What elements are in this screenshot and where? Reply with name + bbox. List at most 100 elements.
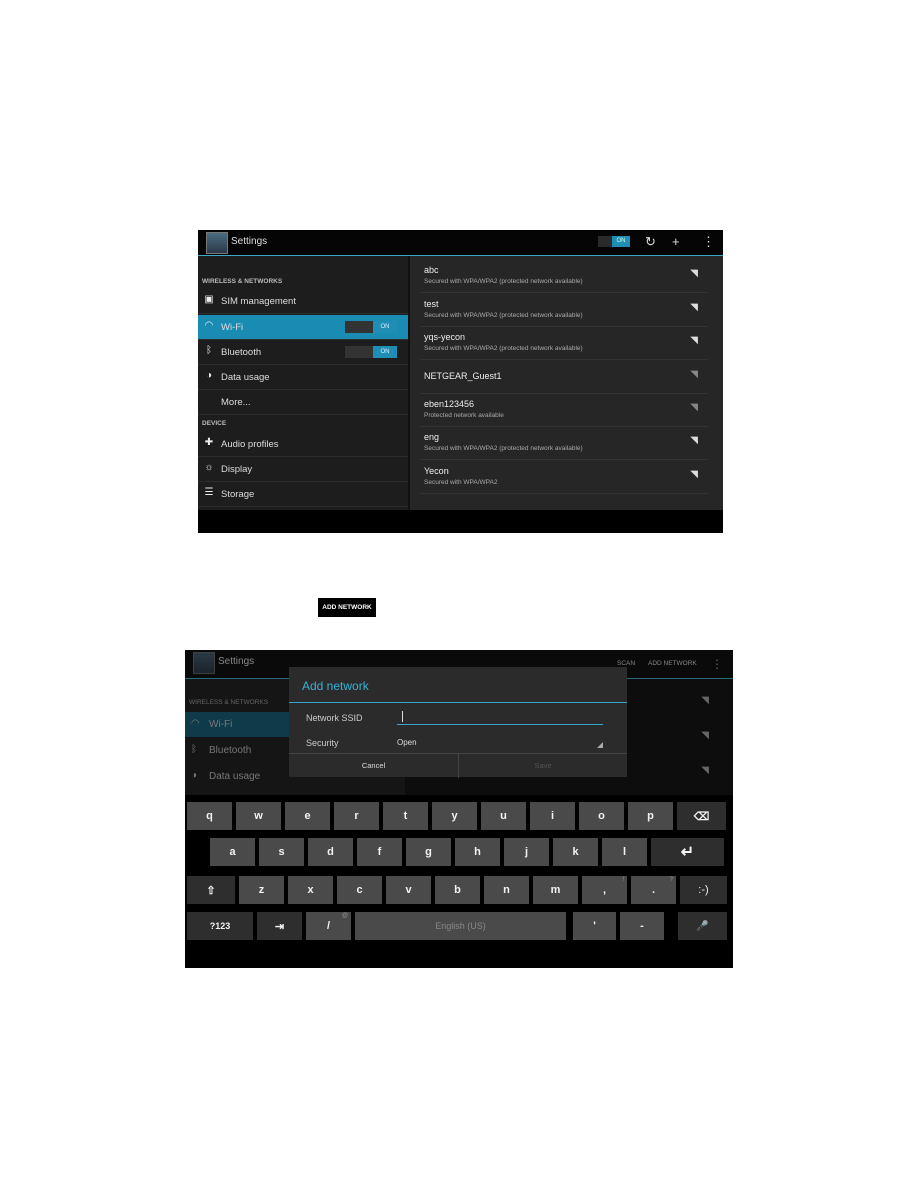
menu-item-display[interactable]: ☼ Display xyxy=(198,457,408,482)
key-b[interactable]: b xyxy=(435,876,480,904)
key-m[interactable]: m xyxy=(533,876,578,904)
key-w[interactable]: w xyxy=(236,802,281,830)
wifi-icon: ◠ xyxy=(204,320,214,331)
key-q[interactable]: q xyxy=(187,802,232,830)
key-d[interactable]: d xyxy=(308,838,353,866)
key-l[interactable]: l xyxy=(602,838,647,866)
key-o[interactable]: o xyxy=(579,802,624,830)
item-label: Wi-Fi xyxy=(221,322,244,333)
tab-key[interactable]: ⇥ xyxy=(257,912,302,940)
add-network-button-image: ADD NETWORK xyxy=(318,598,376,617)
space-key[interactable]: English (US) xyxy=(355,912,566,940)
key-apostrophe[interactable]: ' xyxy=(573,912,616,940)
app-title: Settings xyxy=(218,656,255,667)
item-label: More... xyxy=(221,397,251,408)
key-g[interactable]: g xyxy=(406,838,451,866)
title-divider xyxy=(289,702,627,703)
action-bar: Settings ON ↻ + ⋮ xyxy=(198,230,723,256)
wifi-lock-icon: ◥ xyxy=(690,335,698,346)
security-select[interactable]: Open xyxy=(397,738,603,750)
add-icon[interactable]: + xyxy=(672,234,680,249)
network-item[interactable]: Yecon Secured with WPA/WPA2 ◥ xyxy=(420,460,708,494)
key-i[interactable]: i xyxy=(530,802,575,830)
keyboard-row-2: a s d f g h j k l ↵ xyxy=(210,838,724,866)
menu-item-more[interactable]: More... xyxy=(198,390,408,415)
display-icon: ☼ xyxy=(204,462,214,473)
key-label: , xyxy=(602,884,607,896)
network-item[interactable]: eng Secured with WPA/WPA2 (protected netw… xyxy=(420,426,708,460)
smiley-key[interactable]: :-) xyxy=(680,876,727,904)
symbols-key[interactable]: ?123 xyxy=(187,912,253,940)
data-usage-icon: ◑ xyxy=(205,370,213,381)
key-f[interactable]: f xyxy=(357,838,402,866)
key-h[interactable]: h xyxy=(455,838,500,866)
key-period[interactable]: .? xyxy=(631,876,676,904)
ssid-input[interactable] xyxy=(397,711,603,725)
wifi-master-toggle[interactable]: ON xyxy=(598,236,630,247)
wifi-lock-icon: ◥ xyxy=(690,469,698,480)
shift-key[interactable]: ⇧ xyxy=(187,876,235,904)
app-title: Settings xyxy=(231,236,268,247)
key-slash[interactable]: / @ xyxy=(306,912,351,940)
scan-button[interactable]: SCAN xyxy=(617,660,635,667)
key-a[interactable]: a xyxy=(210,838,255,866)
item-label: Data usage xyxy=(209,771,261,782)
key-v[interactable]: v xyxy=(386,876,431,904)
cancel-button[interactable]: Cancel xyxy=(289,754,459,778)
key-e[interactable]: e xyxy=(285,802,330,830)
key-hyphen[interactable]: - xyxy=(620,912,664,940)
wifi-icon: ◥ xyxy=(690,369,698,380)
enter-key[interactable]: ↵ xyxy=(651,838,724,866)
menu-item-storage[interactable]: ☰ Storage xyxy=(198,482,408,507)
wps-icon[interactable]: ↻ xyxy=(645,234,656,250)
key-r[interactable]: r xyxy=(334,802,379,830)
menu-item-wifi[interactable]: ◠ Wi-Fi ON xyxy=(198,315,408,340)
menu-item-audio-profiles[interactable]: ✚ Audio profiles xyxy=(198,432,408,457)
wifi-toggle[interactable]: ON xyxy=(345,321,397,333)
key-s[interactable]: s xyxy=(259,838,304,866)
key-t[interactable]: t xyxy=(383,802,428,830)
wifi-lock-icon: ◥ xyxy=(701,695,709,706)
add-network-button[interactable]: ADD NETWORK xyxy=(648,660,697,667)
network-item[interactable]: yqs-yecon Secured with WPA/WPA2 (protecte… xyxy=(420,326,708,360)
backspace-key[interactable]: ⌫ xyxy=(677,802,726,830)
network-item[interactable]: eben123456 Protected network available ◥ xyxy=(420,393,708,427)
overflow-menu-icon[interactable]: ⋮ xyxy=(702,234,715,250)
sim-icon: ▣ xyxy=(204,294,214,305)
key-hint: ? xyxy=(669,877,673,883)
network-item[interactable]: NETGEAR_Guest1 ◥ xyxy=(420,360,708,394)
item-label: Audio profiles xyxy=(221,439,279,450)
item-label: Storage xyxy=(221,489,255,500)
menu-item-bluetooth[interactable]: ᛒ Bluetooth ON xyxy=(198,340,408,365)
network-item[interactable]: abc Secured with WPA/WPA2 (protected netw… xyxy=(420,259,708,293)
overflow-menu-icon[interactable]: ⋮ xyxy=(711,657,723,671)
key-z[interactable]: z xyxy=(239,876,284,904)
network-detail: Secured with WPA/WPA2 (protected network… xyxy=(424,445,583,452)
key-p[interactable]: p xyxy=(628,802,673,830)
save-button[interactable]: Save xyxy=(459,754,627,778)
key-y[interactable]: y xyxy=(432,802,477,830)
key-n[interactable]: n xyxy=(484,876,529,904)
network-detail: Secured with WPA/WPA2 (protected network… xyxy=(424,345,583,352)
key-x[interactable]: x xyxy=(288,876,333,904)
bluetooth-toggle[interactable]: ON xyxy=(345,346,397,358)
wifi-lock-icon: ◥ xyxy=(690,435,698,446)
security-label: Security xyxy=(306,738,339,748)
key-label: / xyxy=(326,920,331,932)
keyboard-row-3: ⇧ z x c v b n m ,! .? :-) xyxy=(187,876,727,904)
key-j[interactable]: j xyxy=(504,838,549,866)
data-usage-icon: ◑ xyxy=(191,770,198,781)
microphone-key[interactable]: 🎤 xyxy=(678,912,727,940)
menu-item-sim[interactable]: ▣ SIM management xyxy=(198,289,408,314)
key-k[interactable]: k xyxy=(553,838,598,866)
key-comma[interactable]: ,! xyxy=(582,876,627,904)
wifi-lock-icon: ◥ xyxy=(690,268,698,279)
section-header: WIRELESS & NETWORKS xyxy=(189,699,269,706)
key-u[interactable]: u xyxy=(481,802,526,830)
bluetooth-icon: ᛒ xyxy=(191,744,197,755)
wifi-settings-screenshot: Settings ON ↻ + ⋮ WIRELESS & NETWORKS ▣ S… xyxy=(198,230,723,533)
key-c[interactable]: c xyxy=(337,876,382,904)
menu-item-data-usage[interactable]: ◑ Data usage xyxy=(198,365,408,390)
network-detail: Secured with WPA/WPA2 (protected network… xyxy=(424,278,583,285)
network-item[interactable]: test Secured with WPA/WPA2 (protected net… xyxy=(420,293,708,327)
